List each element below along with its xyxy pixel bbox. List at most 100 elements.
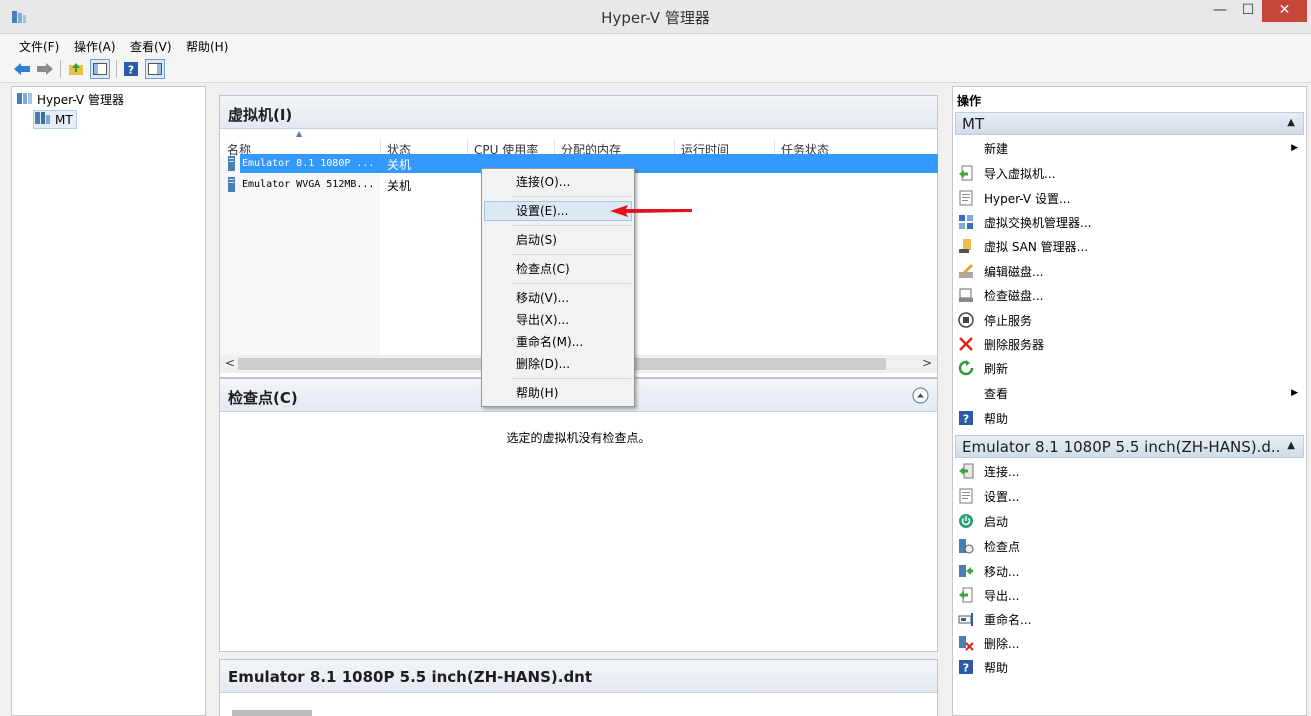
settings-icon <box>957 189 975 207</box>
action-start[interactable]: 启动 <box>957 510 1302 532</box>
menu-item-rename[interactable]: 重命名(M)... <box>484 332 632 352</box>
action-label: 帮助 <box>984 660 1009 675</box>
menu-view[interactable]: 查看(V) <box>130 38 172 55</box>
action-label: 连接... <box>984 464 1020 479</box>
action-inspect-disk[interactable]: 检查磁盘... <box>957 284 1302 306</box>
action-move[interactable]: 移动... <box>957 560 1302 582</box>
action-label: 设置... <box>984 489 1020 504</box>
collapse-icon[interactable] <box>912 387 929 407</box>
action-remove-server[interactable]: 删除服务器 <box>957 333 1302 355</box>
export-icon <box>957 586 975 604</box>
vm-icon <box>228 177 236 195</box>
details-panel-header: Emulator 8.1 1080P 5.5 inch(ZH-HANS).dnt <box>220 660 937 693</box>
vm-name: Emulator WVGA 512MB... <box>242 179 375 190</box>
action-import-vm[interactable]: 导入虚拟机... <box>957 162 1302 184</box>
tree-item-label: Hyper-V 管理器 <box>37 93 124 107</box>
menu-item-checkpoint[interactable]: 检查点(C) <box>484 259 632 279</box>
action-label: 刷新 <box>984 361 1009 376</box>
action-new[interactable]: 新建 ▶ <box>957 137 1302 159</box>
vm-state: 关机 <box>387 158 412 172</box>
up-folder-icon[interactable] <box>66 59 86 79</box>
help-icon[interactable]: ? <box>121 59 141 79</box>
vm-name: Emulator 8.1 1080P ... <box>242 158 375 169</box>
tree-item-hyperv-manager[interactable]: Hyper-V 管理器 <box>17 91 124 108</box>
section-label: MT <box>962 115 985 133</box>
action-label: 删除服务器 <box>984 337 1045 352</box>
action-refresh[interactable]: 刷新 <box>957 357 1302 379</box>
action-hyperv-settings[interactable]: Hyper-V 设置... <box>957 187 1302 209</box>
vm-panel-title: 虚拟机(I) <box>228 106 293 124</box>
back-icon[interactable] <box>12 59 32 79</box>
action-label: 停止服务 <box>984 313 1033 328</box>
collapse-caret-icon[interactable]: ▲ <box>1287 117 1295 128</box>
menu-item-start[interactable]: 启动(S) <box>484 230 632 250</box>
edit-disk-icon <box>957 262 975 280</box>
action-label: 导入虚拟机... <box>984 166 1056 181</box>
actions-section-vm[interactable]: Emulator 8.1 1080P 5.5 inch(ZH-HANS).d..… <box>955 435 1304 458</box>
action-label: 删除... <box>984 636 1020 651</box>
menu-item-delete[interactable]: 删除(D)... <box>484 354 632 374</box>
forward-icon[interactable] <box>35 59 55 79</box>
action-virtual-san-manager[interactable]: 虚拟 SAN 管理器... <box>957 235 1302 257</box>
close-button[interactable]: ✕ <box>1262 0 1307 22</box>
show-tree-icon[interactable] <box>90 59 110 79</box>
delete-vm-icon <box>957 634 975 652</box>
action-rename[interactable]: 重命名... <box>957 608 1302 630</box>
server-icon <box>35 111 51 128</box>
menu-item-move[interactable]: 移动(V)... <box>484 288 632 308</box>
submenu-arrow-icon: ▶ <box>1291 143 1298 153</box>
menu-separator <box>512 196 631 197</box>
actions-section-host[interactable]: MT ▲ <box>955 112 1304 135</box>
show-action-pane-icon[interactable] <box>145 59 165 79</box>
menu-separator <box>512 254 631 255</box>
menu-separator <box>512 378 631 379</box>
minimize-button[interactable]: — <box>1206 0 1234 22</box>
action-checkpoint[interactable]: 检查点 <box>957 535 1302 557</box>
vm-icon <box>228 156 236 174</box>
maximize-button[interactable]: ☐ <box>1234 0 1262 22</box>
action-vm-settings[interactable]: 设置... <box>957 485 1302 507</box>
inspect-disk-icon <box>957 286 975 304</box>
menu-item-connect[interactable]: 连接(O)... <box>484 172 632 192</box>
no-checkpoints-text: 选定的虚拟机没有检查点。 <box>506 431 651 445</box>
rename-icon <box>957 610 975 628</box>
svg-text:?: ? <box>963 413 969 426</box>
action-label: 检查磁盘... <box>984 288 1044 303</box>
action-stop-service[interactable]: 停止服务 <box>957 309 1302 331</box>
menu-separator <box>512 283 631 284</box>
action-connect[interactable]: 连接... <box>957 460 1302 482</box>
settings-icon <box>957 487 975 505</box>
action-virtual-switch-manager[interactable]: 虚拟交换机管理器... <box>957 211 1302 233</box>
help-icon: ? <box>957 658 975 676</box>
collapse-caret-icon[interactable]: ▲ <box>1287 440 1295 451</box>
console-tree: Hyper-V 管理器 MT <box>11 86 206 716</box>
action-label: 新建 <box>984 141 1009 156</box>
scroll-right-button[interactable]: > <box>922 356 932 370</box>
vm-thumbnail <box>232 710 312 716</box>
stop-icon <box>957 311 975 329</box>
action-view[interactable]: 查看 ▶ <box>957 382 1302 404</box>
vm-state: 关机 <box>387 179 412 193</box>
action-delete[interactable]: 删除... <box>957 632 1302 654</box>
tree-item-mt[interactable]: MT <box>33 110 77 129</box>
action-help[interactable]: ? 帮助 <box>957 407 1302 429</box>
toolbar-separator <box>60 60 61 78</box>
checkpoint-panel-title: 检查点(C) <box>228 389 298 407</box>
menu-item-help[interactable]: 帮助(H) <box>484 383 632 403</box>
menu-help[interactable]: 帮助(H) <box>186 38 228 55</box>
action-vm-help[interactable]: ? 帮助 <box>957 656 1302 678</box>
action-edit-disk[interactable]: 编辑磁盘... <box>957 260 1302 282</box>
connect-icon <box>957 462 975 480</box>
hyperv-manager-icon <box>17 91 33 108</box>
menu-item-export[interactable]: 导出(X)... <box>484 310 632 330</box>
delete-x-icon <box>957 335 975 353</box>
menu-file[interactable]: 文件(F) <box>19 38 59 55</box>
actions-pane: 操作 MT ▲ 新建 ▶ 导入虚拟机... Hyper-V 设置... 虚拟交换… <box>952 86 1307 716</box>
title-bar: Hyper-V 管理器 — ☐ ✕ <box>0 0 1311 34</box>
menu-separator <box>512 225 631 226</box>
scroll-left-button[interactable]: < <box>225 356 235 370</box>
menu-action[interactable]: 操作(A) <box>74 38 116 55</box>
action-label: 虚拟交换机管理器... <box>984 215 1092 230</box>
action-export[interactable]: 导出... <box>957 584 1302 606</box>
svg-text:?: ? <box>128 64 134 77</box>
